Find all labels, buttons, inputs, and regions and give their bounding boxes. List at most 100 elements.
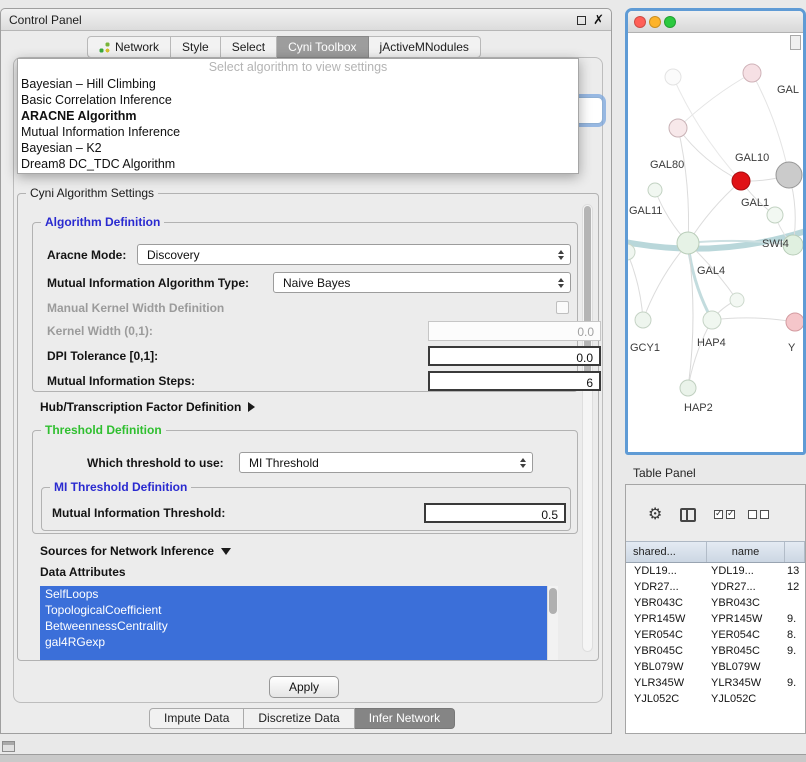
network-edge[interactable]: [628, 252, 643, 320]
sources-disclosure[interactable]: Sources for Network Inference: [40, 544, 231, 558]
algorithm-dropdown-popup: Select algorithm to view settings Bayesi…: [17, 58, 579, 174]
which-threshold-combo[interactable]: MI Threshold: [239, 452, 533, 473]
minimize-traffic-light-icon[interactable]: [649, 16, 661, 28]
table-row[interactable]: YBR045CYBR045C9.: [626, 643, 805, 659]
attribute-item-betweennesscentrality[interactable]: BetweennessCentrality: [40, 618, 558, 634]
tab-cyni-toolbox[interactable]: Cyni Toolbox: [277, 36, 368, 58]
network-node-gal4[interactable]: [677, 232, 699, 254]
canvas-corner-widget[interactable]: [790, 35, 801, 50]
bottom-tab-infer-network[interactable]: Infer Network: [355, 708, 455, 729]
menu-item-bayesian-k2[interactable]: Bayesian – K2: [18, 140, 578, 156]
menu-item-bayesian-hill-climbing[interactable]: Bayesian – Hill Climbing: [18, 76, 578, 92]
network-node-label: Y: [788, 342, 796, 354]
table-row[interactable]: YDR27...YDR27...12: [626, 579, 805, 595]
network-node-gal1[interactable]: [767, 207, 783, 223]
table-cell: 8.: [785, 627, 805, 643]
menu-item-mutual-information-inference[interactable]: Mutual Information Inference: [18, 124, 578, 140]
aracne-mode-combo[interactable]: Discovery: [137, 244, 571, 265]
control-panel-titlebar[interactable]: Control Panel ✗: [1, 9, 611, 31]
table-header-row: shared...name: [626, 541, 805, 563]
attributes-scrollbar[interactable]: [547, 586, 558, 660]
network-edge[interactable]: [678, 128, 689, 243]
kernel-width-field[interactable]: 0.0: [428, 321, 601, 341]
attribute-item-selfloops[interactable]: SelfLoops: [40, 586, 558, 602]
data-attributes-list: SelfLoopsTopologicalCoefficientBetweenne…: [40, 586, 558, 660]
menu-item-basic-correlation-inference[interactable]: Basic Correlation Inference: [18, 92, 578, 108]
threshold-definition-title: Threshold Definition: [41, 423, 166, 437]
network-node-pink-right[interactable]: [786, 313, 803, 331]
tab-select[interactable]: Select: [221, 36, 277, 58]
network-node-hap4[interactable]: [703, 311, 721, 329]
table-row[interactable]: YBR043CYBR043C: [626, 595, 805, 611]
attribute-item-topologicalcoefficient[interactable]: TopologicalCoefficient: [40, 602, 558, 618]
dpi-tolerance-field[interactable]: 0.0: [428, 346, 601, 366]
network-edge[interactable]: [678, 128, 741, 181]
dropdown-item-list: Bayesian – Hill ClimbingBasic Correlatio…: [18, 76, 578, 172]
network-node-mid[interactable]: [730, 293, 744, 307]
which-threshold-value: MI Threshold: [249, 456, 319, 470]
network-node-label: GAL80: [650, 159, 684, 171]
hub-definition-disclosure[interactable]: Hub/Transcription Factor Definition: [40, 400, 255, 414]
table-row[interactable]: YBL079WYBL079W: [626, 659, 805, 675]
network-node-gcy1[interactable]: [635, 312, 651, 328]
minimized-panel-icon[interactable]: [2, 741, 15, 752]
network-edge[interactable]: [712, 318, 795, 322]
aracne-mode-value: Discovery: [147, 248, 200, 262]
attribute-item-partial[interactable]: [40, 650, 558, 660]
gear-icon[interactable]: ⚙: [648, 504, 662, 524]
network-edge[interactable]: [643, 243, 688, 320]
float-window-icon[interactable]: [577, 16, 586, 25]
table-row[interactable]: YER054CYER054C8.: [626, 627, 805, 643]
sources-label: Sources for Network Inference: [40, 544, 214, 558]
network-node-top-faint[interactable]: [665, 69, 681, 85]
table-cell: 9.: [785, 675, 805, 691]
kernel-width-label: Kernel Width (0,1):: [47, 324, 153, 338]
attribute-item-gal4rgexp[interactable]: gal4RGexp: [40, 634, 558, 650]
mi-steps-label: Mutual Information Steps:: [47, 374, 195, 388]
unchecked-pair-icon[interactable]: [748, 510, 769, 519]
network-node-gal10[interactable]: [732, 172, 750, 190]
table-row[interactable]: YPR145WYPR145W9.: [626, 611, 805, 627]
network-window-titlebar[interactable]: [628, 11, 803, 33]
combo-stepper-icon: [556, 273, 566, 292]
close-icon[interactable]: ✗: [593, 12, 604, 28]
apply-button[interactable]: Apply: [269, 676, 339, 698]
checked-pair-icon[interactable]: [714, 510, 735, 519]
table-row[interactable]: YLR345WYLR345W9.: [626, 675, 805, 691]
menu-item-aracne-algorithm[interactable]: ARACNE Algorithm: [18, 108, 578, 124]
column-layout-icon[interactable]: [680, 508, 696, 522]
network-node-gal11[interactable]: [648, 183, 662, 197]
table-cell: 9.: [785, 643, 805, 659]
mi-steps-field[interactable]: 6: [428, 371, 601, 391]
zoom-traffic-light-icon[interactable]: [664, 16, 676, 28]
network-canvas[interactable]: GALGAL80GAL10GAL11GAL1SWI4GAL4GCY1HAP4YH…: [628, 33, 803, 452]
table-body: YDL19...YDL19...13YDR27...YDR27...12YBR0…: [626, 563, 805, 733]
tab-network[interactable]: Network: [87, 36, 171, 58]
close-traffic-light-icon[interactable]: [634, 16, 646, 28]
network-node-hap2[interactable]: [680, 380, 696, 396]
control-panel-tabbar: NetworkStyleSelectCyni ToolboxjActiveMNo…: [87, 36, 481, 58]
network-node-gal-partial[interactable]: [743, 64, 761, 82]
mi-threshold-field[interactable]: 0.5: [424, 503, 566, 523]
network-node-big-gray[interactable]: [776, 162, 802, 188]
bottom-tab-discretize-data[interactable]: Discretize Data: [244, 708, 354, 729]
column-header-3[interactable]: [785, 542, 805, 562]
network-edge[interactable]: [678, 73, 752, 128]
mi-type-combo[interactable]: Naive Bayes: [273, 272, 571, 293]
settings-scrollbar[interactable]: [582, 204, 593, 652]
menu-item-dream8-dc-tdc-algorithm[interactable]: Dream8 DC_TDC Algorithm: [18, 156, 578, 172]
tab-jactivemnodules[interactable]: jActiveMNodules: [369, 36, 481, 58]
tab-style[interactable]: Style: [171, 36, 221, 58]
table-cell: YDL19...: [707, 563, 785, 579]
attributes-scrollbar-thumb[interactable]: [549, 588, 557, 614]
network-node-gal80[interactable]: [669, 119, 687, 137]
column-header-shared[interactable]: shared...: [626, 542, 707, 562]
manual-kernel-checkbox[interactable]: [556, 301, 569, 314]
network-node-label: GAL10: [735, 152, 769, 164]
network-edge[interactable]: [688, 181, 741, 243]
column-header-name[interactable]: name: [707, 542, 785, 562]
table-cell: 13: [785, 563, 805, 579]
table-row[interactable]: YJL052CYJL052C: [626, 691, 805, 707]
table-row[interactable]: YDL19...YDL19...13: [626, 563, 805, 579]
bottom-tab-impute-data[interactable]: Impute Data: [149, 708, 244, 729]
